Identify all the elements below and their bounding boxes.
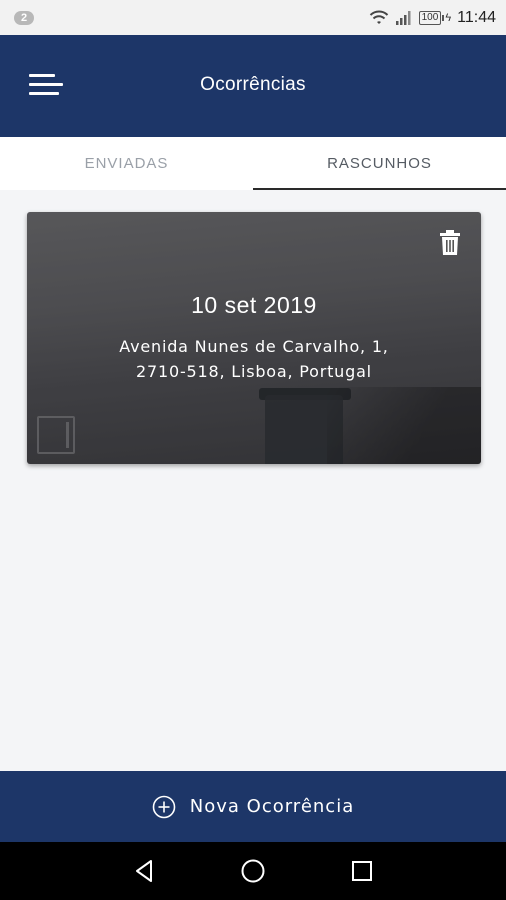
tab-rascunhos[interactable]: RASCUNHOS	[253, 137, 506, 190]
draft-address-line2: 2710-518, Lisboa, Portugal	[136, 362, 372, 381]
new-occurrence-button[interactable]: Nova Ocorrência	[0, 771, 506, 842]
charging-icon: ϟ	[445, 11, 452, 24]
home-icon[interactable]	[233, 851, 273, 891]
draft-address: Avenida Nunes de Carvalho, 1, 2710-518, …	[27, 334, 481, 384]
app-bar: Ocorrências	[0, 35, 506, 137]
draft-card[interactable]: 10 set 2019 Avenida Nunes de Carvalho, 1…	[27, 212, 481, 464]
draft-address-line1: Avenida Nunes de Carvalho, 1,	[119, 337, 389, 356]
tab-bar: ENVIADAS RASCUNHOS	[0, 137, 506, 190]
notification-count-badge: 2	[14, 10, 35, 25]
plus-circle-icon	[152, 795, 176, 818]
back-icon[interactable]	[124, 851, 164, 891]
tab-enviadas[interactable]: ENVIADAS	[0, 137, 253, 190]
page-title: Ocorrências	[200, 74, 306, 95]
trash-icon[interactable]	[439, 230, 461, 256]
new-occurrence-label: Nova Ocorrência	[189, 796, 355, 817]
signal-icon	[395, 10, 411, 25]
battery-icon: 100 ϟ	[418, 10, 452, 25]
system-nav-bar	[0, 842, 506, 900]
wifi-icon	[369, 10, 388, 24]
recents-icon[interactable]	[342, 851, 382, 891]
draft-date: 10 set 2019	[191, 292, 317, 318]
status-time: 11:44	[457, 8, 496, 26]
status-bar: 2 100 ϟ 11:44	[0, 0, 506, 35]
status-icons: 100 ϟ 11:44	[369, 9, 496, 27]
